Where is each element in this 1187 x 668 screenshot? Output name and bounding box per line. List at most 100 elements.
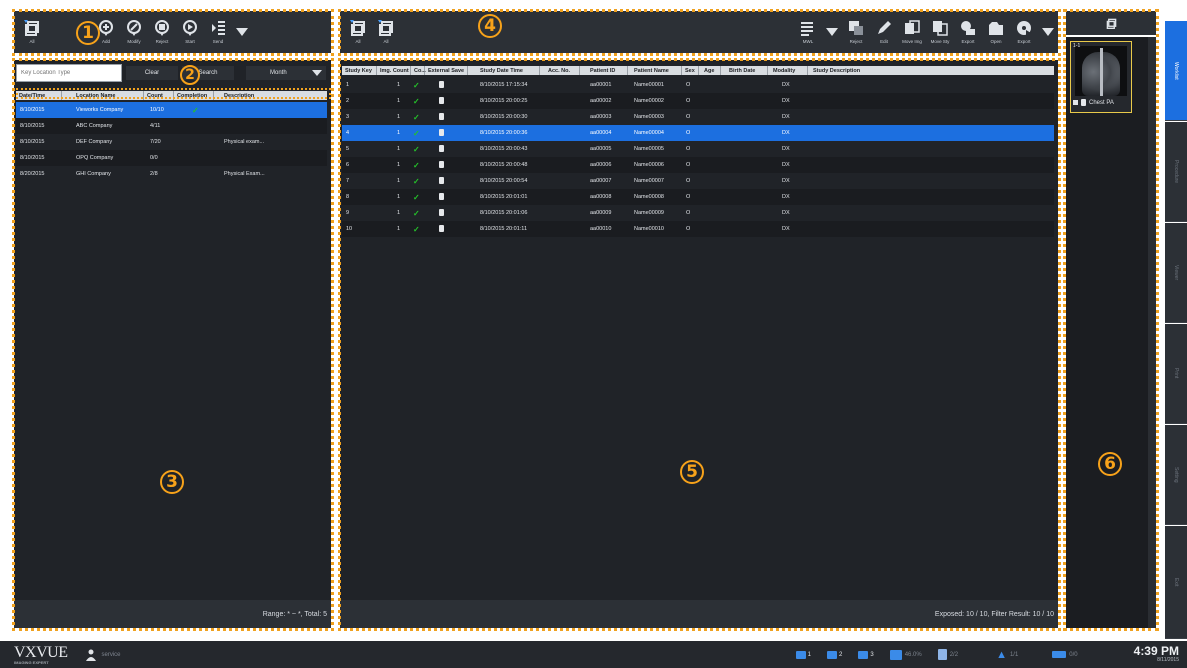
- table-row[interactable]: 5 1 ✓ 8/10/2015 20:00:43 aa00005 Name00005 O DX: [342, 141, 1054, 157]
- all-filter-icon: [350, 20, 365, 36]
- column-header[interactable]: Study Key: [342, 66, 377, 75]
- table-row[interactable]: 8/20/2015 GHI Company 2/8 Physical Exam.…: [16, 166, 327, 182]
- column-header[interactable]: Birth Date: [721, 66, 768, 75]
- tab-print[interactable]: Print: [1165, 324, 1187, 424]
- location-search-input[interactable]: [16, 64, 122, 82]
- send-button[interactable]: Send: [204, 12, 232, 52]
- all-filter-icon: [24, 20, 39, 36]
- column-header[interactable]: Img. Count: [377, 66, 411, 75]
- tab-exit[interactable]: Exit: [1165, 526, 1187, 639]
- add-button[interactable]: Add: [92, 12, 120, 52]
- table-row[interactable]: 10 1 ✓ 8/10/2015 20:01:11 aa00010 Name00010 O D…: [342, 221, 1054, 237]
- reject-study-button[interactable]: Reject: [842, 12, 870, 52]
- layout-icon[interactable]: [1106, 18, 1117, 29]
- table-row[interactable]: 9 1 ✓ 8/10/2015 20:01:06 aa00009 Name00009 O DX: [342, 205, 1054, 221]
- external-save-icon: [425, 176, 468, 186]
- mwl-dropdown[interactable]: [826, 28, 838, 36]
- clock: 4:39 PM 8/11/2015: [1134, 644, 1179, 664]
- thumbnail-item[interactable]: 1-1 Chest PA: [1070, 41, 1132, 113]
- row-study-key: 5: [346, 146, 350, 152]
- column-header[interactable]: Age: [699, 66, 721, 75]
- column-header[interactable]: Study Date Time: [468, 66, 540, 75]
- table-row[interactable]: 8/10/2015 DEF Company 7/20 Physical exam…: [16, 134, 327, 150]
- detector-slot-icon: [858, 650, 869, 659]
- all-filter-button[interactable]: All: [18, 12, 46, 52]
- export-dropdown[interactable]: [1042, 28, 1054, 36]
- tab-worklist[interactable]: Worklist: [1165, 21, 1187, 121]
- study-toolbar: All All MWL Reject Edit Move Img Move St…: [340, 11, 1058, 53]
- column-header[interactable]: Modality: [768, 66, 808, 75]
- column-header[interactable]: Acc. No.: [540, 66, 580, 75]
- thumbnail-scrollbar[interactable]: [1148, 37, 1156, 628]
- move-sty-icon: [933, 21, 948, 36]
- move-img-button[interactable]: Move Img: [898, 12, 926, 52]
- clear-button[interactable]: Clear: [126, 66, 178, 80]
- export-button[interactable]: Export: [954, 12, 982, 52]
- row-sex: O: [686, 194, 691, 200]
- column-header[interactable]: Patient Name: [628, 66, 682, 75]
- column-header[interactable]: Completion: [174, 91, 214, 100]
- table-row[interactable]: 4 1 ✓ 8/10/2015 20:00:36 aa00004 Name00004 O DX: [342, 125, 1054, 141]
- file-icon: [1081, 99, 1086, 106]
- search-button[interactable]: Search: [182, 66, 234, 80]
- move-sty-button[interactable]: Move Sty: [926, 12, 954, 52]
- table-row[interactable]: 6 1 ✓ 8/10/2015 20:00:48 aa00006 Name00006 O DX: [342, 157, 1054, 173]
- tab-setting[interactable]: Setting: [1165, 425, 1187, 525]
- row-modality: DX: [782, 114, 790, 120]
- slot-3[interactable]: 3: [858, 650, 874, 659]
- thumbnail-index: 1-1: [1073, 43, 1081, 49]
- row-count: 0/0: [150, 155, 158, 161]
- toolbar-more-dropdown[interactable]: [236, 28, 248, 36]
- status-bar: VXVUE IMAGING EXPERT service 1 2 3 46.0%…: [0, 641, 1187, 668]
- thumbnail-caption: Chest PA: [1073, 99, 1114, 106]
- column-header[interactable]: Description: [214, 91, 327, 100]
- row-modality: DX: [782, 162, 790, 168]
- column-header[interactable]: Sex: [682, 66, 699, 75]
- table-row[interactable]: 1 1 ✓ 8/10/2015 17:15:34 aa00001 Name00001 O DX: [342, 77, 1054, 93]
- table-row[interactable]: 8/10/2015 ABC Company 4/11: [16, 118, 327, 134]
- user-indicator[interactable]: service: [85, 649, 121, 661]
- slot-2[interactable]: 2: [827, 650, 842, 659]
- edit-icon: [878, 21, 891, 34]
- completed-check-icon: ✓: [413, 160, 420, 170]
- column-header[interactable]: External Save: [425, 66, 468, 75]
- location-search-field[interactable]: [17, 65, 121, 81]
- column-header[interactable]: Count: [144, 91, 174, 100]
- all-filter-button-2[interactable]: All: [372, 12, 400, 52]
- row-patient-id: aa00008: [590, 194, 612, 200]
- table-row[interactable]: 7 1 ✓ 8/10/2015 20:00:54 aa00007 Name00007 O DX: [342, 173, 1054, 189]
- column-header[interactable]: Patient ID: [580, 66, 628, 75]
- table-row[interactable]: 2 1 ✓ 8/10/2015 20:00:25 aa00002 Name00002 O DX: [342, 93, 1054, 109]
- table-row[interactable]: 8/10/2015 OPQ Company 0/0: [16, 150, 327, 166]
- table-row[interactable]: 3 1 ✓ 8/10/2015 20:00:30 aa00003 Name00003 O DX: [342, 109, 1054, 125]
- start-button[interactable]: Start: [176, 12, 204, 52]
- column-header[interactable]: Co...: [411, 66, 426, 75]
- tab-procedure[interactable]: Procedure: [1165, 122, 1187, 222]
- table-row[interactable]: 8/10/2015 Vieworks Company 10/10 ✓: [16, 102, 327, 118]
- tab-viewer[interactable]: Viewer: [1165, 223, 1187, 323]
- row-location: Vieworks Company: [76, 107, 124, 113]
- table-row[interactable]: 8 1 ✓ 8/10/2015 20:01:01 aa00008 Name00008 O DX: [342, 189, 1054, 205]
- slot-1[interactable]: 1: [795, 650, 812, 659]
- row-sex: O: [686, 82, 691, 88]
- row-study-date: 8/10/2015 17:15:34: [480, 82, 528, 88]
- open-button[interactable]: Open: [982, 12, 1010, 52]
- period-select[interactable]: Month: [246, 66, 326, 80]
- row-image-count: 1: [397, 210, 401, 216]
- edit-button[interactable]: Edit: [870, 12, 898, 52]
- thumbnail-label: Chest PA: [1089, 99, 1114, 106]
- column-header[interactable]: Date/Time: [16, 91, 62, 100]
- all-filter-button[interactable]: All: [344, 12, 372, 52]
- row-patient-id: aa00002: [590, 98, 612, 104]
- mwl-button[interactable]: MWL: [794, 12, 822, 52]
- modify-button[interactable]: Modify: [120, 12, 148, 52]
- slot-number: 1: [807, 651, 812, 658]
- row-modality: DX: [782, 98, 790, 104]
- row-patient-id: aa00006: [590, 162, 612, 168]
- reject-button[interactable]: Reject: [148, 12, 176, 52]
- reject-label: Reject: [155, 39, 169, 44]
- export-disc-button[interactable]: Export: [1010, 12, 1038, 52]
- column-header[interactable]: Study Description: [808, 66, 1054, 75]
- worklist-rows: 8/10/2015 Vieworks Company 10/10 ✓ 8/10/…: [16, 102, 327, 182]
- column-header[interactable]: Location Name: [62, 91, 144, 100]
